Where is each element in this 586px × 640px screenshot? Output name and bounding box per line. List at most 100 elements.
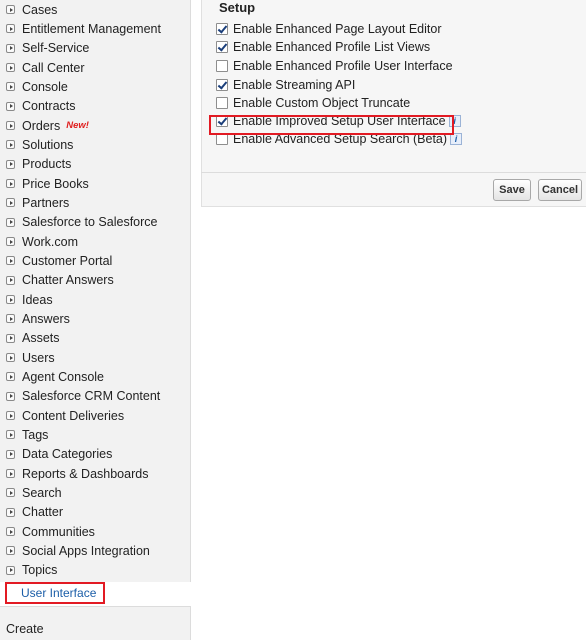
expand-arrow-icon[interactable]: [6, 5, 15, 15]
sidebar-item[interactable]: Topics: [0, 561, 190, 580]
sidebar-item[interactable]: Call Center: [0, 58, 190, 77]
sidebar-item-label: Console: [22, 79, 68, 94]
sidebar-item[interactable]: Data Categories: [0, 445, 190, 464]
sidebar-item[interactable]: Products: [0, 155, 190, 174]
sidebar-item[interactable]: Solutions: [0, 135, 190, 154]
sidebar-item[interactable]: Tags: [0, 425, 190, 444]
sidebar-item[interactable]: Search: [0, 483, 190, 502]
setup-section-title: Setup: [219, 0, 256, 15]
sidebar-nav-list: Cases Entitlement Management Self-Service C…: [0, 0, 190, 580]
expand-arrow-icon[interactable]: [6, 275, 15, 285]
expand-arrow-icon[interactable]: [6, 391, 15, 401]
sidebar-item-label: Reports & Dashboards: [22, 466, 149, 481]
sidebar-item-label: Agent Console: [22, 369, 105, 384]
sidebar-item[interactable]: Cases: [0, 0, 190, 19]
setup-option: Enable Enhanced Profile User Interface: [216, 59, 453, 73]
sidebar-item[interactable]: Communities: [0, 522, 190, 541]
expand-arrow-icon[interactable]: [6, 488, 15, 498]
sidebar-item[interactable]: Content Deliveries: [0, 406, 190, 425]
sidebar-item[interactable]: Social Apps Integration: [0, 541, 190, 560]
sidebar-item-label: Search: [22, 485, 62, 500]
sidebar-item-label: Price Books: [22, 176, 89, 191]
setup-sidebar: Cases Entitlement Management Self-Service C…: [0, 0, 191, 640]
sidebar-item-label: Topics: [22, 563, 58, 578]
save-button[interactable]: Save: [493, 179, 531, 201]
expand-arrow-icon[interactable]: [6, 159, 15, 169]
setup-option: Enable Enhanced Profile List Views: [216, 40, 430, 54]
sidebar-divider: [0, 606, 191, 607]
sidebar-item-label: Users: [22, 350, 55, 365]
sidebar-item[interactable]: Salesforce to Salesforce: [0, 213, 190, 232]
sidebar-item[interactable]: Chatter Answers: [0, 271, 190, 290]
expand-arrow-icon[interactable]: [6, 430, 15, 440]
sidebar-item[interactable]: Self-Service: [0, 39, 190, 58]
sidebar-item[interactable]: Console: [0, 77, 190, 96]
sidebar-item-label: Contracts: [22, 99, 76, 114]
expand-arrow-icon[interactable]: [6, 101, 15, 111]
panel-divider: [201, 172, 586, 173]
sidebar-item-label: Assets: [22, 331, 60, 346]
expand-arrow-icon[interactable]: [6, 82, 15, 92]
sidebar-item-label: Self-Service: [22, 41, 90, 56]
expand-arrow-icon[interactable]: [6, 43, 15, 53]
expand-arrow-icon[interactable]: [6, 237, 15, 247]
sidebar-item[interactable]: Agent Console: [0, 367, 190, 386]
expand-arrow-icon[interactable]: [6, 411, 15, 421]
option-checkbox[interactable]: [216, 60, 228, 72]
sidebar-item[interactable]: Price Books: [0, 174, 190, 193]
option-checkbox[interactable]: [216, 41, 228, 53]
expand-arrow-icon[interactable]: [6, 63, 15, 73]
sidebar-item-label: Customer Portal: [22, 253, 113, 268]
sidebar-item[interactable]: Chatter: [0, 503, 190, 522]
sidebar-item-label: Ideas: [22, 292, 53, 307]
expand-arrow-icon[interactable]: [6, 256, 15, 266]
sidebar-item-label: Products: [22, 157, 72, 172]
expand-arrow-icon[interactable]: [6, 353, 15, 363]
sidebar-item[interactable]: Contracts: [0, 97, 190, 116]
option-label: Enable Streaming API: [233, 78, 356, 92]
option-checkbox[interactable]: [216, 23, 228, 35]
expand-arrow-icon[interactable]: [6, 507, 15, 517]
sidebar-item[interactable]: Orders New!: [0, 116, 190, 135]
sidebar-item-label: Communities: [22, 524, 95, 539]
sidebar-item-label: Call Center: [22, 60, 85, 75]
sidebar-item[interactable]: Reports & Dashboards: [0, 464, 190, 483]
expand-arrow-icon[interactable]: [6, 565, 15, 575]
cancel-button[interactable]: Cancel: [538, 179, 582, 201]
expand-arrow-icon[interactable]: [6, 333, 15, 343]
sidebar-item[interactable]: Assets: [0, 329, 190, 348]
expand-arrow-icon[interactable]: [6, 372, 15, 382]
sidebar-item-label: Partners: [22, 195, 70, 210]
sidebar-section-create[interactable]: Create: [6, 622, 44, 636]
option-checkbox[interactable]: [216, 79, 228, 91]
sidebar-item-label: Salesforce to Salesforce: [22, 215, 158, 230]
sidebar-item-label: Solutions: [22, 137, 74, 152]
sidebar-item[interactable]: Work.com: [0, 232, 190, 251]
expand-arrow-icon[interactable]: [6, 121, 15, 131]
expand-arrow-icon[interactable]: [6, 24, 15, 34]
expand-arrow-icon[interactable]: [6, 469, 15, 479]
sidebar-item[interactable]: Users: [0, 348, 190, 367]
sidebar-item[interactable]: Entitlement Management: [0, 19, 190, 38]
expand-arrow-icon[interactable]: [6, 217, 15, 227]
option-checkbox[interactable]: [216, 97, 228, 109]
sidebar-item[interactable]: Answers: [0, 309, 190, 328]
option-label: Enable Enhanced Profile User Interface: [233, 59, 453, 73]
setup-option: Enable Custom Object Truncate: [216, 96, 410, 110]
sidebar-item-user-interface[interactable]: User Interface: [5, 582, 105, 604]
sidebar-item[interactable]: Customer Portal: [0, 251, 190, 270]
sidebar-item[interactable]: Partners: [0, 193, 190, 212]
sidebar-item[interactable]: Salesforce CRM Content: [0, 387, 190, 406]
sidebar-item[interactable]: Ideas: [0, 290, 190, 309]
expand-arrow-icon[interactable]: [6, 179, 15, 189]
expand-arrow-icon[interactable]: [6, 449, 15, 459]
expand-arrow-icon[interactable]: [6, 140, 15, 150]
expand-arrow-icon[interactable]: [6, 198, 15, 208]
sidebar-item-label: Orders: [22, 118, 61, 133]
sidebar-item-label: Answers: [22, 311, 70, 326]
option-label: Enable Custom Object Truncate: [233, 96, 411, 110]
expand-arrow-icon[interactable]: [6, 527, 15, 537]
expand-arrow-icon[interactable]: [6, 314, 15, 324]
expand-arrow-icon[interactable]: [6, 295, 15, 305]
expand-arrow-icon[interactable]: [6, 546, 15, 556]
